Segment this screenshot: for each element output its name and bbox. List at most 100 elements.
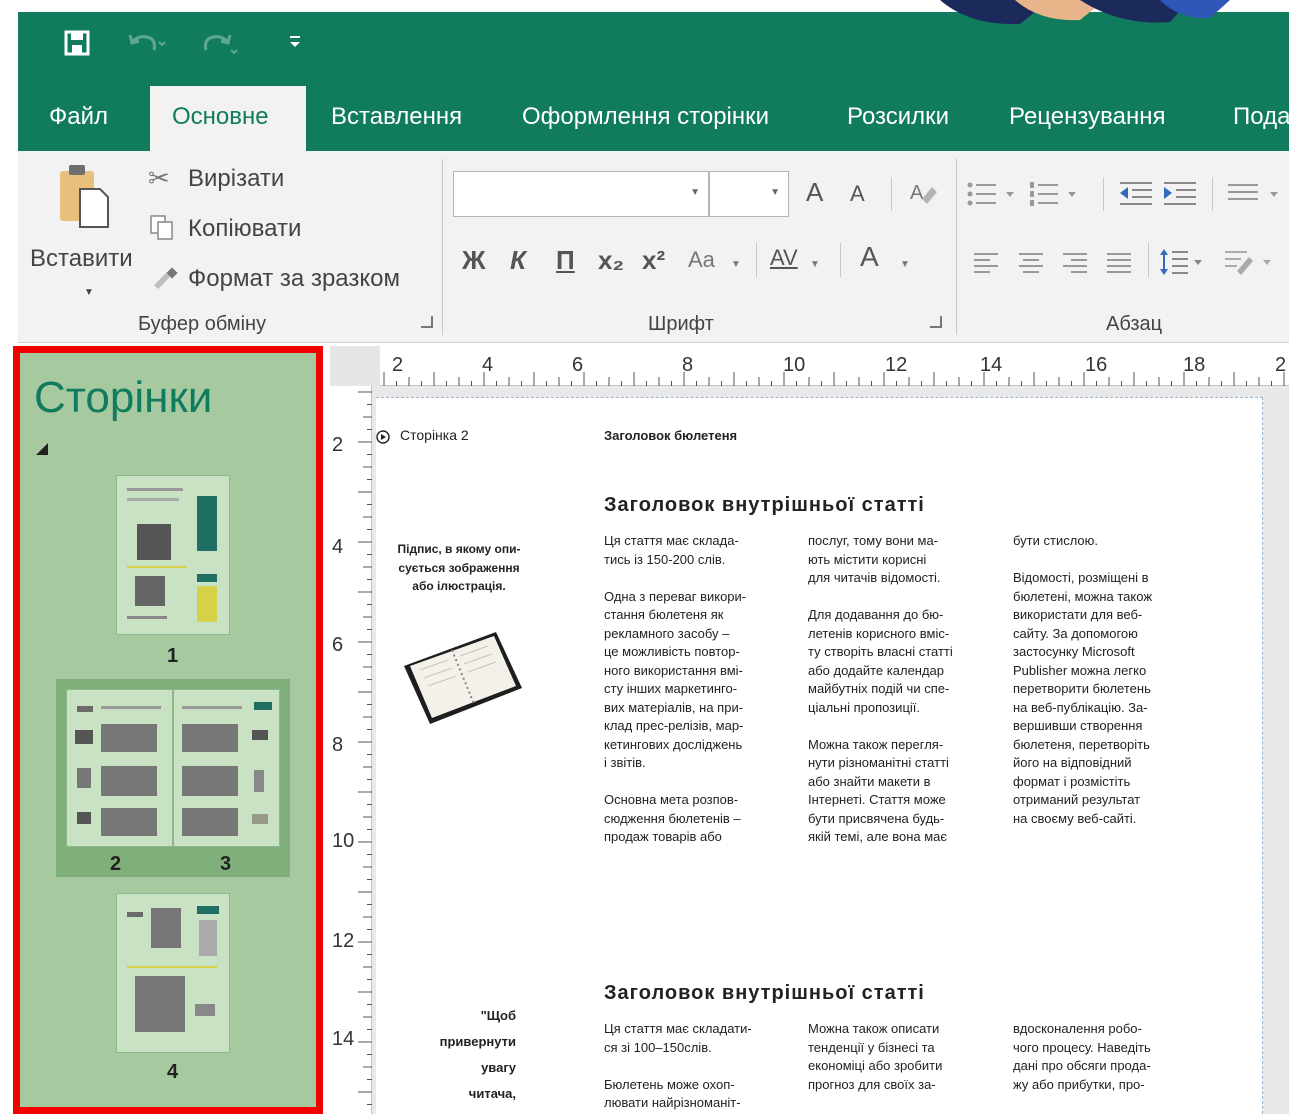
thumb-line [77,768,91,788]
cut-label: Вирізати [188,165,285,192]
copy-label: Копіювати [188,215,302,242]
thumb-line [127,566,187,568]
font-size-combo[interactable]: ▼ [709,171,789,217]
save-icon[interactable] [64,30,90,56]
thumb-line [182,724,238,752]
page-thumbnail-3[interactable] [173,689,280,847]
italic-button[interactable]: К [510,245,526,276]
planner-image[interactable] [396,626,526,726]
paragraph-divider [1103,177,1104,211]
customize-qat-icon[interactable] [288,34,302,50]
thumb-line [197,574,217,582]
ribbon-home: Вставити ▼ ✂ Вирізати Копіювати Формат з… [18,151,1289,343]
clear-formatting-icon[interactable]: A [908,177,938,207]
article-1-title[interactable]: Заголовок внутрішньої статті [604,494,925,517]
ruler-label: 8 [332,734,344,756]
pages-pane-title: Сторінки [34,373,213,422]
underline-button[interactable]: П [556,245,575,276]
thumb-line [101,808,157,836]
page-number-1: 1 [167,645,179,667]
group-divider [442,159,443,335]
vertical-ruler[interactable]: 2 4 6 8 10 12 14 [330,386,372,1114]
page-thumbnail-4[interactable] [116,893,230,1053]
font-dialog-launcher[interactable] [930,316,942,328]
page-thumbnail-2[interactable] [66,689,173,847]
thumb-line [195,1004,215,1016]
thumb-line [77,812,91,824]
copy-button[interactable]: Копіювати [148,211,328,245]
format-painter-icon [150,267,180,291]
thumb-line [252,730,268,740]
bold-button[interactable]: Ж [462,245,486,276]
align-right-icon[interactable] [1062,249,1088,275]
article-1-column-3[interactable]: бути стислою. Відомості, розміщені в бюл… [1013,532,1213,828]
subscript-button[interactable]: x₂ [598,245,624,276]
publisher-window: Файл Основне Вставлення Оформлення сторі… [0,0,1289,1114]
ruler-label: 4 [482,354,494,376]
shading-icon[interactable] [1223,247,1283,277]
ruler-label: 10 [332,830,355,852]
article-2-title[interactable]: Заголовок внутрішньої статті [604,982,925,1005]
bullets-icon[interactable] [966,179,1024,209]
align-left-icon[interactable] [973,249,999,275]
svg-text:A: A [910,182,924,204]
character-spacing-button[interactable]: AV [770,245,798,271]
format-painter-button[interactable]: Формат за зразком [148,261,438,295]
newsletter-heading[interactable]: Заголовок бюлетеня [604,427,737,446]
numbering-icon[interactable] [1028,179,1088,209]
shrink-font-button[interactable]: A [850,181,865,207]
collapse-triangle-icon[interactable] [34,441,50,457]
image-caption[interactable]: Підпис, в якому опи- сується зображення … [379,540,539,596]
horizontal-ruler[interactable]: 2 4 6 8 10 12 14 16 18 2 [380,346,1289,386]
title-bar [18,0,1289,86]
tab-home[interactable]: Основне [150,86,306,151]
tab-review[interactable]: Рецензування [1009,86,1199,151]
thumb-line [101,766,157,796]
article-2-column-1[interactable]: Ця стаття має складати- ся зі 100–150слі… [604,1020,804,1113]
paste-button[interactable]: Вставити ▼ [26,159,138,299]
undo-icon[interactable] [126,30,166,56]
thumb-line [137,524,171,560]
ruler-label: 14 [980,354,1003,376]
article-2-column-3[interactable]: вдосконалення робо- чого процесу. Наведі… [1013,1020,1213,1094]
cut-button[interactable]: ✂ Вирізати [148,163,308,197]
publication-page[interactable]: Сторінка 2 Заголовок бюлетеня Підпис, в … [376,397,1263,1114]
justify-icon[interactable] [1106,249,1132,275]
article-1-column-2[interactable]: послуг, тому вони ма- ють містити корисн… [808,532,998,847]
tab-insert[interactable]: Вставлення [331,86,491,151]
tab-file[interactable]: Файл [49,86,129,151]
redo-icon[interactable] [198,30,238,56]
page-thumbnail-1[interactable] [116,475,230,635]
thumb-line [254,702,272,710]
tab-page-design[interactable]: Оформлення сторінки [522,86,822,151]
title-bar-illustration [930,0,1250,30]
group-divider [956,159,957,335]
tab-mailings[interactable]: Розсилки [847,86,977,151]
thumb-line [199,920,217,956]
align-center-icon[interactable] [1018,249,1044,275]
format-painter-label: Формат за зразком [188,265,400,292]
increase-indent-icon[interactable] [1162,179,1198,209]
thumb-line [127,966,217,968]
font-color-button[interactable]: A [860,241,879,273]
tab-view[interactable]: Пода [1233,86,1289,151]
grow-font-button[interactable]: A [806,177,823,208]
ruler-label: 10 [783,354,806,376]
columns-icon[interactable] [1226,179,1284,209]
clipboard-dialog-launcher[interactable] [421,316,433,328]
font-divider [891,177,892,211]
ruler-label: 4 [332,536,344,558]
ruler-label: 2 [332,434,344,456]
thumb-line [197,496,217,551]
pull-quote[interactable]: "Щоб привернути увагу читача, [396,1003,516,1107]
superscript-button[interactable]: x² [642,245,665,276]
change-case-button[interactable]: Aa [688,247,715,273]
article-1-column-1[interactable]: Ця стаття має склада- тись із 150-200 сл… [604,532,794,847]
paste-icon [56,163,112,229]
clipboard-group-label: Буфер обміну [138,313,267,335]
font-name-combo[interactable]: ▼ [453,171,709,217]
decrease-indent-icon[interactable] [1118,179,1154,209]
thumb-line [135,576,165,606]
article-2-column-2[interactable]: Можна також описати тенденції у бізнесі … [808,1020,1008,1094]
line-spacing-icon[interactable] [1160,247,1210,277]
